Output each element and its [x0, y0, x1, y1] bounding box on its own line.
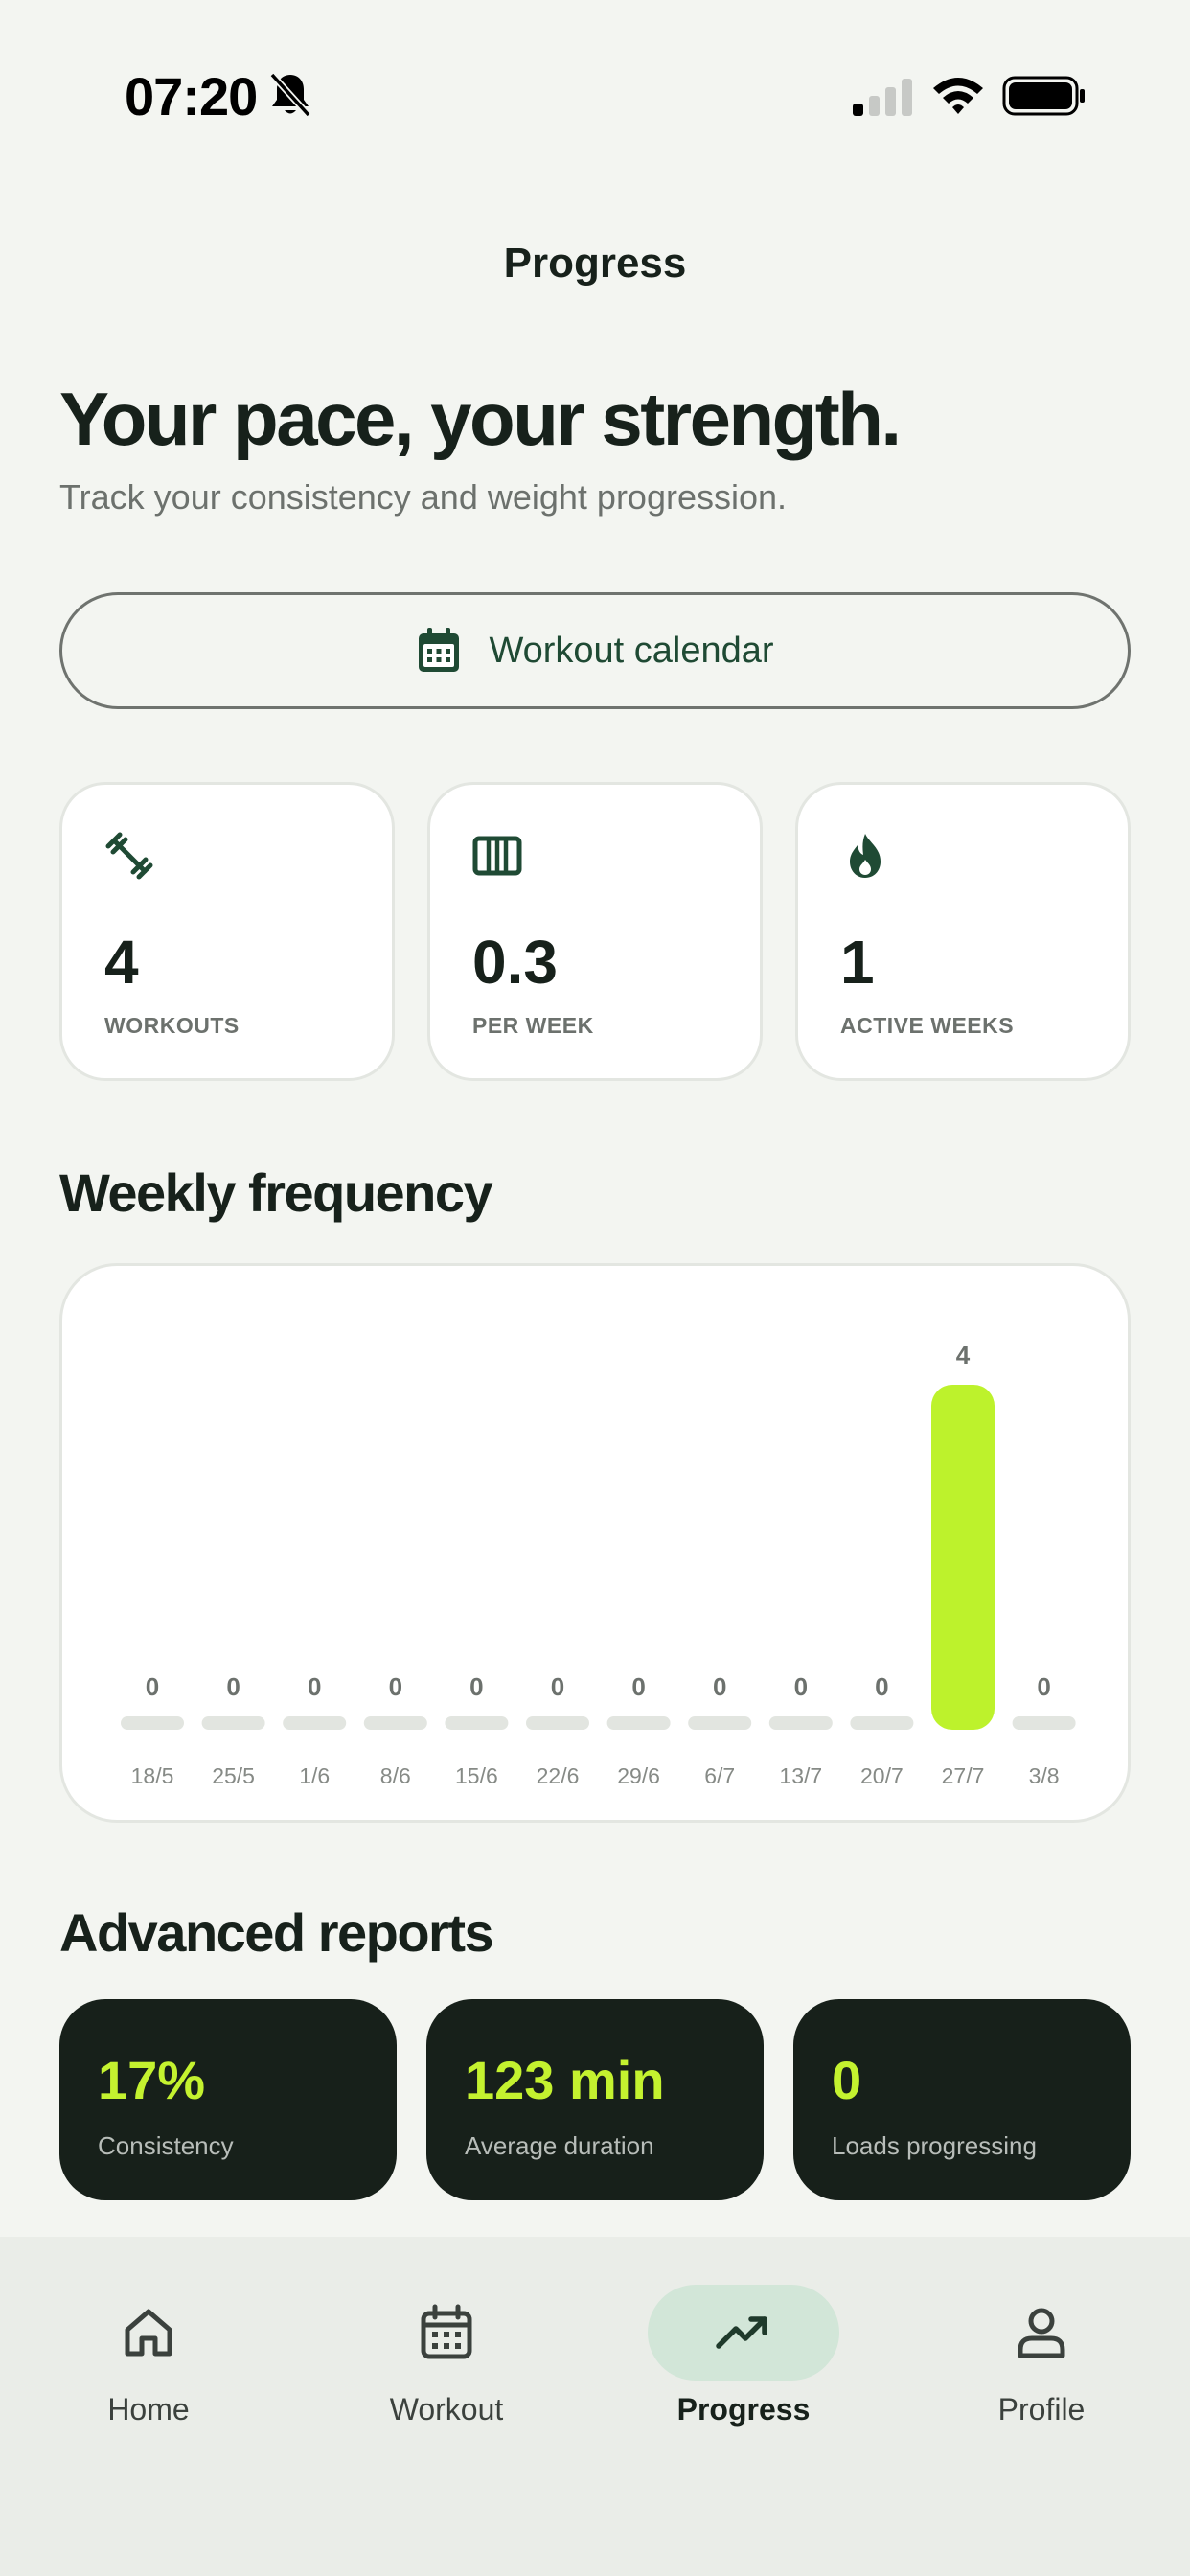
tab-profile[interactable]: Profile [927, 2285, 1156, 2438]
chart-bar-3-8 [1012, 1716, 1076, 1730]
chart-bar-15-6 [445, 1716, 509, 1730]
chart-category-label: 8/6 [380, 1763, 411, 1788]
calendar-icon [421, 2304, 472, 2359]
stat-label: PER WEEK [472, 1013, 594, 1038]
status-time: 07:20 [125, 66, 258, 126]
chart-category-label: 20/7 [860, 1763, 904, 1788]
calendar-icon [419, 628, 460, 672]
chart-category-label: 29/6 [617, 1763, 660, 1788]
chart-category-label: 1/6 [299, 1763, 330, 1788]
user-icon [1018, 2308, 1065, 2358]
status-bar: 07:20 [0, 0, 1190, 192]
chart-bar-22-6 [526, 1716, 589, 1730]
hero-headline: Your pace, your strength. [59, 377, 902, 461]
chart-bar-20-7 [850, 1716, 914, 1730]
tab-home[interactable]: Home [34, 2285, 263, 2438]
bars-icon [472, 836, 522, 876]
stat-value: 1 [840, 928, 875, 997]
chart-category-label: 13/7 [779, 1763, 822, 1788]
chart-value-label: 0 [631, 1672, 645, 1701]
report-value: 0 [832, 2050, 862, 2110]
chart-bar-8-6 [363, 1716, 427, 1730]
tab-label: Profile [997, 2392, 1086, 2426]
stat-label: ACTIVE WEEKS [840, 1013, 1015, 1038]
weekly-frequency-chart: 0 18/5 0 25/5 0 1/6 0 8/6 0 15/6 0 22/6 0 29/6 0 6/7 0 13… [59, 1263, 1131, 1823]
chart-value-label: 0 [389, 1672, 402, 1701]
chart-category-label: 27/7 [942, 1763, 985, 1788]
report-value: 123 min [465, 2050, 665, 2110]
report-label: Average duration [465, 2131, 654, 2160]
report-card-loads-progressing[interactable]: 0 Loads progressing [793, 1999, 1131, 2200]
battery-icon [1002, 76, 1085, 116]
chart-category-label: 15/6 [455, 1763, 498, 1788]
chart-bar-27-7 [931, 1385, 995, 1730]
report-label: Loads progressing [832, 2131, 1037, 2160]
chart-value-label: 0 [713, 1672, 726, 1701]
chart-category-label: 25/5 [212, 1763, 255, 1788]
workout-calendar-button[interactable]: Workout calendar [59, 592, 1131, 709]
tab-progress[interactable]: Progress [629, 2285, 858, 2438]
report-label: Consistency [98, 2131, 234, 2160]
wifi-icon [933, 78, 983, 114]
workout-calendar-label: Workout calendar [489, 630, 774, 671]
chart-bar-1-6 [283, 1716, 347, 1730]
page-title: Progress [503, 240, 687, 287]
chart-value-label: 0 [146, 1672, 159, 1701]
trending-up-icon [716, 2316, 767, 2349]
dumbbell-icon [105, 832, 153, 880]
stat-label: WORKOUTS [104, 1013, 240, 1038]
chart-value-label: 4 [956, 1341, 971, 1369]
chart-category-label: 3/8 [1029, 1763, 1060, 1788]
home-icon [125, 2309, 172, 2357]
advanced-reports-title: Advanced reports [59, 1902, 494, 1963]
chart-value-label: 0 [308, 1672, 321, 1701]
tab-label: Home [107, 2392, 190, 2426]
stat-card-per-week: 0.3 PER WEEK [427, 782, 763, 1081]
bell-muted-icon [269, 72, 311, 118]
chart-bar-13-7 [768, 1716, 833, 1730]
cellular-signal-icon [853, 79, 912, 116]
chart-value-label: 0 [469, 1672, 483, 1701]
chart-bar-25-5 [201, 1716, 265, 1730]
tab-bar: Home Workout Progress Profile [0, 2237, 1190, 2576]
stat-value: 0.3 [472, 928, 558, 997]
chart-value-label: 0 [875, 1672, 888, 1701]
flame-icon [850, 834, 881, 878]
chart-bar-6-7 [688, 1716, 752, 1730]
weekly-frequency-title: Weekly frequency [59, 1162, 493, 1223]
tab-label: Progress [676, 2392, 811, 2426]
hero-subtitle: Track your consistency and weight progre… [59, 477, 788, 517]
report-card-average-duration[interactable]: 123 min Average duration [426, 1999, 764, 2200]
report-value: 17% [98, 2050, 206, 2110]
chart-value-label: 0 [1037, 1672, 1050, 1701]
stat-value: 4 [104, 928, 139, 997]
chart-category-label: 22/6 [537, 1763, 580, 1788]
stat-card-workouts: 4 WORKOUTS [59, 782, 395, 1081]
tab-workout[interactable]: Workout [332, 2285, 561, 2438]
chart-bar-29-6 [606, 1716, 671, 1730]
report-card-consistency[interactable]: 17% Consistency [59, 1999, 397, 2200]
chart-value-label: 0 [226, 1672, 240, 1701]
chart-bar-18-5 [121, 1716, 184, 1730]
chart-value-label: 0 [794, 1672, 808, 1701]
chart-category-label: 18/5 [131, 1763, 174, 1788]
tab-label: Workout [389, 2392, 504, 2426]
stat-card-active-weeks: 1 ACTIVE WEEKS [795, 782, 1131, 1081]
chart-category-label: 6/7 [704, 1763, 735, 1788]
chart-svg: 0 18/5 0 25/5 0 1/6 0 8/6 0 15/6 0 22/6 0 29/6 0 6/7 0 13… [121, 1341, 1076, 1788]
chart-value-label: 0 [551, 1672, 564, 1701]
